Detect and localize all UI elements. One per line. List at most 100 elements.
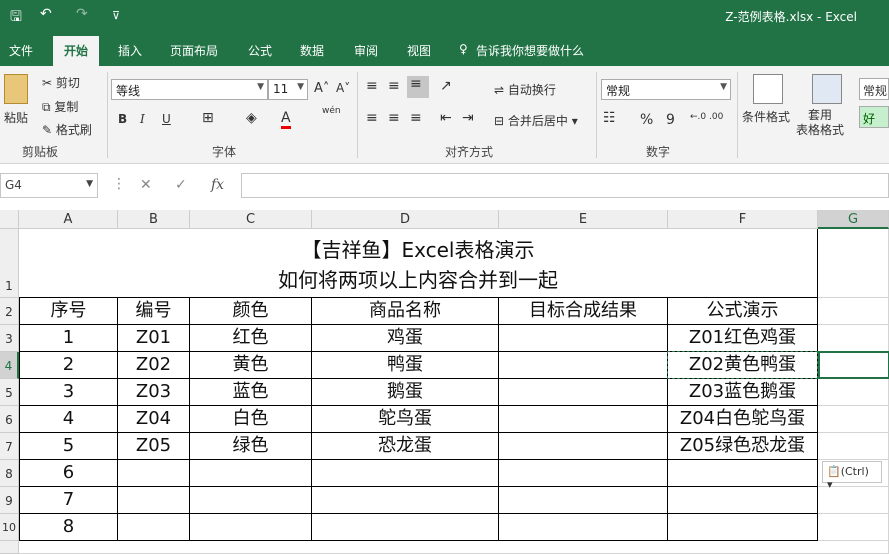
- cell-a5[interactable]: 3: [19, 379, 118, 406]
- cell-a8[interactable]: 6: [19, 460, 118, 487]
- customize-qa-icon[interactable]: ⊽: [112, 9, 120, 22]
- row-header-4[interactable]: 4: [0, 352, 19, 379]
- underline-button[interactable]: U: [162, 112, 171, 126]
- header-cell-a2[interactable]: 序号: [19, 298, 118, 325]
- cell-g10[interactable]: [818, 514, 889, 541]
- cell-c6[interactable]: 白色: [190, 406, 312, 433]
- select-all-corner[interactable]: [0, 210, 19, 229]
- row-11[interactable]: [19, 541, 889, 554]
- cell-e7[interactable]: [499, 433, 668, 460]
- header-cell-c2[interactable]: 颜色: [190, 298, 312, 325]
- cell-g2[interactable]: [818, 298, 889, 325]
- cell-b5[interactable]: Z03: [118, 379, 190, 406]
- decrease-indent-icon[interactable]: ⇤: [440, 110, 452, 126]
- tab-insert[interactable]: 插入: [118, 42, 142, 59]
- tab-formulas[interactable]: 公式: [248, 42, 272, 59]
- paste-icon[interactable]: [4, 74, 28, 104]
- cell-f7[interactable]: Z05绿色恐龙蛋: [668, 433, 818, 460]
- merged-title-cell[interactable]: 【吉祥鱼】Excel表格演示 如何将两项以上内容合并到一起: [19, 229, 818, 298]
- cell-f8[interactable]: [668, 460, 818, 487]
- row-header-3[interactable]: 3: [0, 325, 19, 352]
- header-cell-d2[interactable]: 商品名称: [312, 298, 499, 325]
- cell-c4[interactable]: 黄色: [190, 352, 312, 379]
- cell-f5[interactable]: Z03蓝色鹅蛋: [668, 379, 818, 406]
- formula-input[interactable]: [241, 173, 889, 198]
- cell-f3[interactable]: Z01红色鸡蛋: [668, 325, 818, 352]
- cell-c9[interactable]: [190, 487, 312, 514]
- row-header-5[interactable]: 5: [0, 379, 19, 406]
- format-as-table-icon[interactable]: [812, 74, 842, 104]
- cell-d7[interactable]: 恐龙蛋: [312, 433, 499, 460]
- column-header-a[interactable]: A: [19, 210, 118, 229]
- align-bottom-icon[interactable]: ≡: [407, 76, 429, 98]
- percent-button[interactable]: %: [640, 112, 653, 128]
- name-box[interactable]: G4 ▼: [0, 173, 98, 198]
- row-header-11[interactable]: [0, 541, 19, 554]
- cell-e4[interactable]: [499, 352, 668, 379]
- cancel-icon[interactable]: ✕: [140, 177, 152, 193]
- cell-c5[interactable]: 蓝色: [190, 379, 312, 406]
- column-header-g[interactable]: G: [818, 210, 889, 229]
- cell-b9[interactable]: [118, 487, 190, 514]
- increase-indent-icon[interactable]: ⇥: [462, 110, 474, 126]
- merge-center-button[interactable]: ⊟ 合并后居中 ▾: [494, 112, 578, 129]
- insert-function-icon[interactable]: fx: [211, 177, 224, 193]
- shrink-font-button[interactable]: A˅: [336, 81, 350, 95]
- cell-d6[interactable]: 鸵鸟蛋: [312, 406, 499, 433]
- font-color-icon[interactable]: A: [281, 110, 291, 129]
- borders-icon[interactable]: ⊞: [202, 110, 214, 126]
- cell-b4[interactable]: Z02: [118, 352, 190, 379]
- align-right-icon[interactable]: ≡: [410, 110, 422, 126]
- cell-b6[interactable]: Z04: [118, 406, 190, 433]
- font-size-select[interactable]: 11 ▼: [268, 79, 308, 100]
- cell-d4[interactable]: 鸭蛋: [312, 352, 499, 379]
- paste-options-button[interactable]: 📋(Ctrl) ▾: [822, 461, 882, 491]
- wrap-text-button[interactable]: ⇌ 自动换行: [494, 81, 556, 98]
- cell-a3[interactable]: 1: [19, 325, 118, 352]
- cell-e5[interactable]: [499, 379, 668, 406]
- paste-button[interactable]: 粘贴: [4, 109, 28, 126]
- number-format-select[interactable]: 常规 ▼: [601, 79, 731, 100]
- cell-e9[interactable]: [499, 487, 668, 514]
- cell-d10[interactable]: [312, 514, 499, 541]
- align-center-icon[interactable]: ≡: [388, 110, 400, 126]
- cell-f9[interactable]: [668, 487, 818, 514]
- style-good[interactable]: 好: [859, 106, 889, 128]
- phonetic-button[interactable]: wén: [322, 106, 341, 116]
- enter-icon[interactable]: ✓: [175, 177, 187, 193]
- cell-f10[interactable]: [668, 514, 818, 541]
- cell-g3[interactable]: [818, 325, 889, 352]
- style-normal[interactable]: 常规: [859, 78, 889, 100]
- cell-a10[interactable]: 8: [19, 514, 118, 541]
- column-header-f[interactable]: F: [668, 210, 818, 229]
- cell-d8[interactable]: [312, 460, 499, 487]
- cell-e8[interactable]: [499, 460, 668, 487]
- cell-g1[interactable]: [818, 229, 889, 298]
- cell-f6[interactable]: Z04白色鸵鸟蛋: [668, 406, 818, 433]
- align-left-icon[interactable]: ≡: [366, 110, 378, 126]
- header-cell-f2[interactable]: 公式演示: [668, 298, 818, 325]
- cell-d9[interactable]: [312, 487, 499, 514]
- save-icon[interactable]: 🖫: [10, 6, 22, 30]
- conditional-format-button[interactable]: 条件格式: [742, 108, 790, 125]
- copy-button[interactable]: ⧉ 复制: [42, 98, 78, 115]
- cell-g9[interactable]: [818, 487, 889, 514]
- decimal-buttons[interactable]: ←.0 .00: [690, 112, 723, 122]
- italic-button[interactable]: I: [140, 112, 145, 126]
- cell-c10[interactable]: [190, 514, 312, 541]
- header-cell-b2[interactable]: 编号: [118, 298, 190, 325]
- tab-home[interactable]: 开始: [53, 36, 100, 66]
- cell-d5[interactable]: 鹅蛋: [312, 379, 499, 406]
- column-header-b[interactable]: B: [118, 210, 190, 229]
- cell-g6[interactable]: [818, 406, 889, 433]
- cell-e3[interactable]: [499, 325, 668, 352]
- tab-page-layout[interactable]: 页面布局: [170, 42, 218, 59]
- column-header-e[interactable]: E: [499, 210, 668, 229]
- tell-me-box[interactable]: 告诉我你想要做什么: [476, 42, 584, 59]
- font-name-select[interactable]: 等线 ▼: [111, 79, 268, 100]
- undo-icon[interactable]: ↶: [40, 6, 52, 22]
- fill-color-icon[interactable]: ◈: [246, 110, 257, 126]
- column-header-d[interactable]: D: [312, 210, 499, 229]
- cell-b10[interactable]: [118, 514, 190, 541]
- cell-c3[interactable]: 红色: [190, 325, 312, 352]
